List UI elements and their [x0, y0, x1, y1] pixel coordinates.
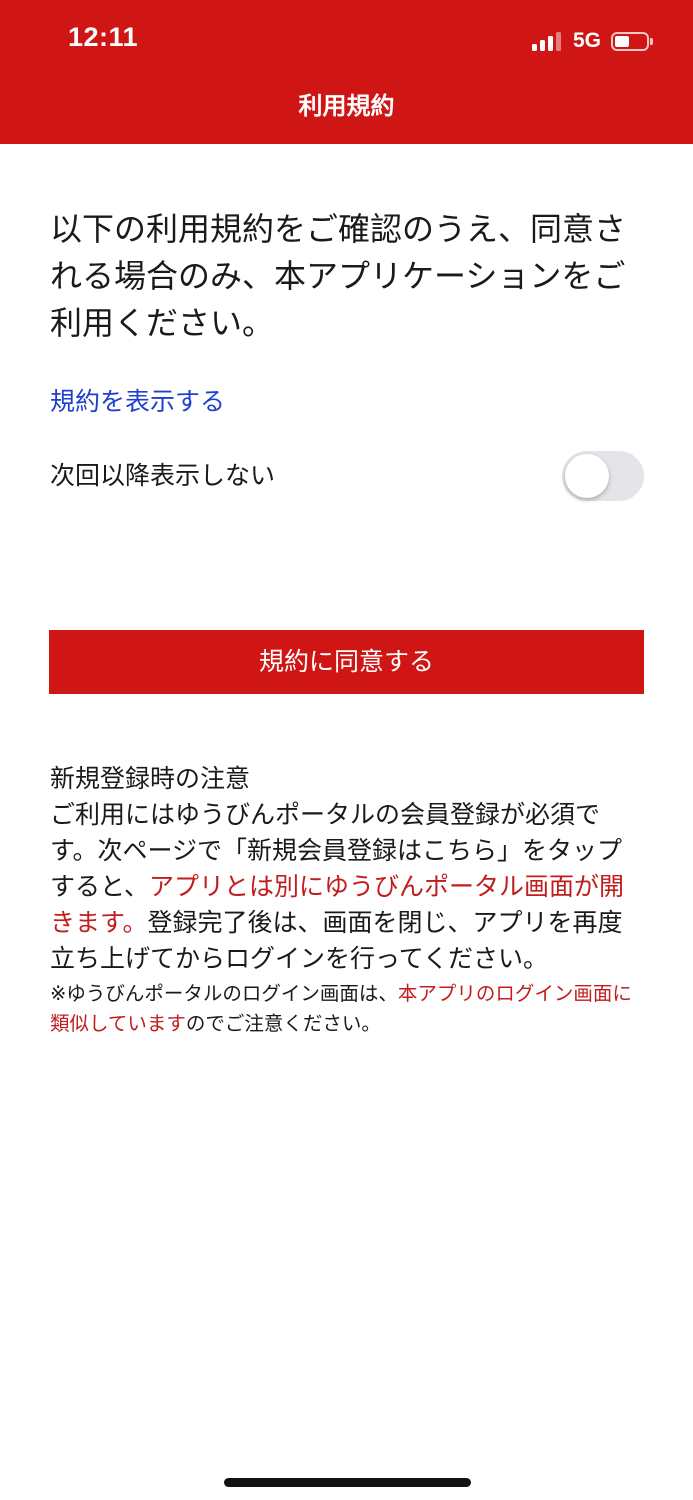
notice-note-text: ※ゆうびんポータルのログイン画面は、	[50, 982, 398, 1005]
notice-body: ご利用にはゆうびんポータルの会員登録が必須です。次ページで「新規会員登録はこちら…	[50, 797, 644, 977]
page-title: 利用規約	[298, 92, 395, 120]
status-time: 12:11	[68, 22, 139, 52]
notice-note: ※ゆうびんポータルのログイン画面は、本アプリのログイン画面に類似していますのでご…	[50, 979, 644, 1039]
view-terms-link[interactable]: 規約を表示する	[50, 383, 225, 421]
app-header: 12:11 5G 利用規約	[0, 0, 693, 144]
dont-show-again-toggle[interactable]	[562, 451, 644, 501]
registration-notice: 新規登録時の注意 ご利用にはゆうびんポータルの会員登録が必須です。次ページで「新…	[50, 761, 644, 1039]
dont-show-again-label: 次回以降表示しない	[50, 461, 276, 490]
notice-title: 新規登録時の注意	[50, 764, 251, 793]
home-indicator[interactable]	[224, 1478, 471, 1487]
status-indicators: 5G	[531, 26, 653, 56]
intro-text: 以下の利用規約をご確認のうえ、同意される場合のみ、本アプリケーションをご利用くだ…	[50, 210, 627, 342]
notice-note-text-2: のでご注意ください。	[185, 1012, 381, 1035]
battery-icon	[611, 31, 653, 51]
cellular-signal-icon	[531, 31, 561, 51]
agree-terms-button[interactable]: 規約に同意する	[49, 630, 644, 694]
toggle-knob	[565, 454, 609, 498]
network-type: 5G	[572, 29, 601, 52]
